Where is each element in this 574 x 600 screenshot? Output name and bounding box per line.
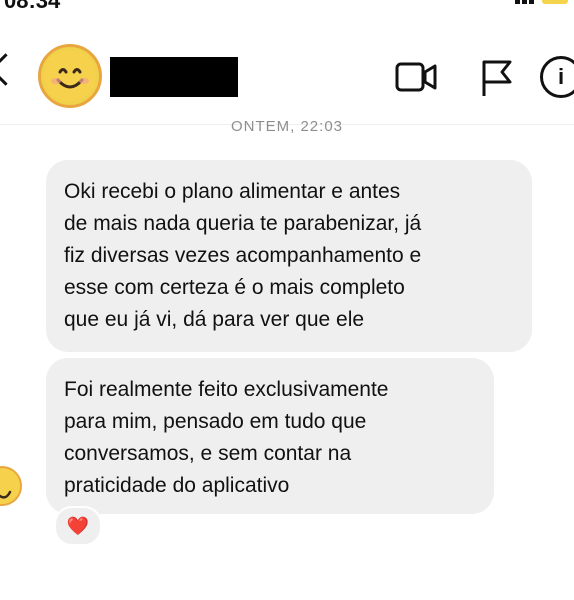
smiley-face-icon bbox=[44, 50, 96, 102]
back-icon[interactable] bbox=[0, 53, 22, 86]
heart-reaction[interactable]: ❤️ bbox=[54, 506, 102, 546]
chat-header: a s i bbox=[0, 0, 574, 125]
contact-name[interactable]: a s bbox=[110, 57, 238, 97]
info-icon[interactable]: i bbox=[540, 56, 574, 98]
sender-avatar[interactable] bbox=[0, 466, 22, 506]
redaction-bar bbox=[110, 57, 238, 97]
smiley-face-icon bbox=[0, 469, 20, 504]
message-bubble[interactable]: Oki recebi o plano alimentar e antes de … bbox=[46, 160, 532, 352]
message-bubble[interactable]: Foi realmente feito exclusivamente para … bbox=[46, 358, 494, 514]
video-call-icon[interactable] bbox=[395, 60, 439, 94]
flag-icon[interactable] bbox=[480, 58, 514, 98]
heart-reaction-icon: ❤️ bbox=[66, 515, 90, 536]
contact-avatar[interactable] bbox=[38, 44, 102, 108]
date-label: ONTEM, 22:03 bbox=[230, 118, 344, 135]
